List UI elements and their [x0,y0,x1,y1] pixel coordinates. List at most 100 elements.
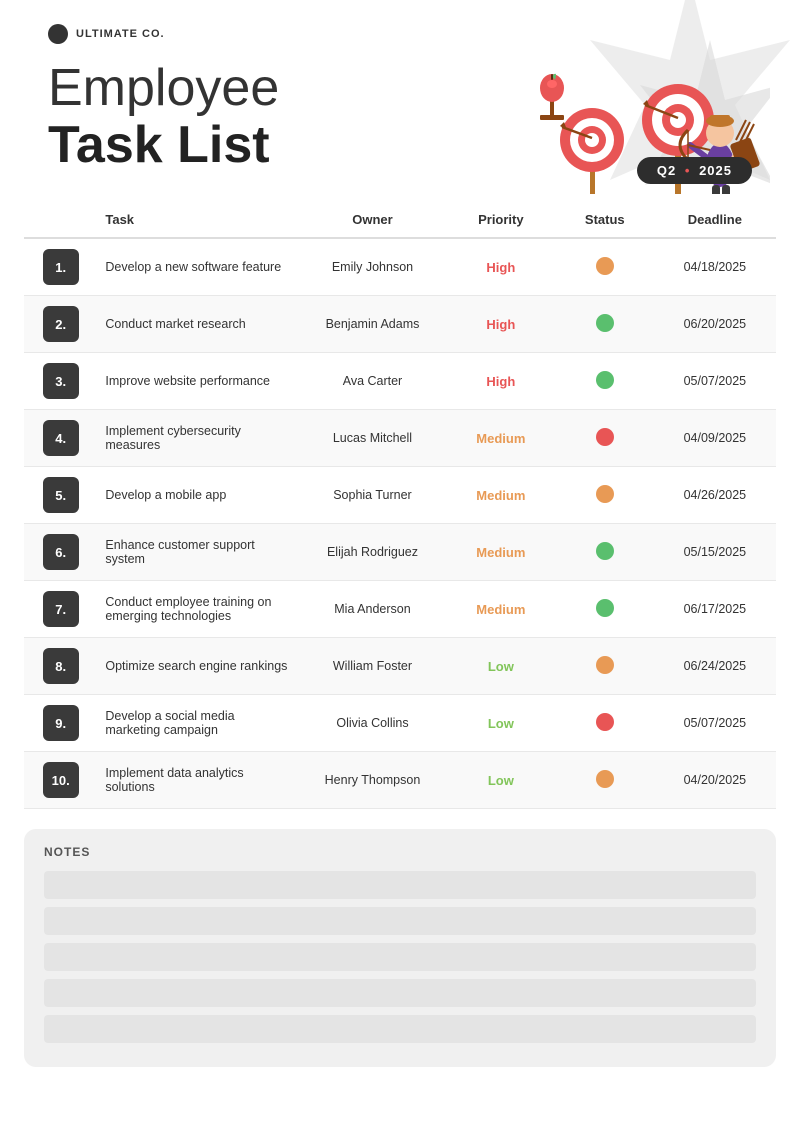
row-number-cell: 1. [24,238,97,296]
row-deadline: 04/26/2025 [654,467,776,524]
row-owner: Lucas Mitchell [299,410,446,467]
row-deadline: 06/20/2025 [654,296,776,353]
row-task: Improve website performance [97,353,299,410]
row-number: 2. [43,306,79,342]
row-owner: Mia Anderson [299,581,446,638]
row-task: Develop a new software feature [97,238,299,296]
row-task: Develop a mobile app [97,467,299,524]
row-owner: Elijah Rodriguez [299,524,446,581]
row-task: Enhance customer support system [97,524,299,581]
title-line1: Employee [48,60,752,117]
status-dot [596,713,614,731]
status-dot [596,599,614,617]
quarter-label: Q2 [657,163,676,178]
row-deadline: 04/09/2025 [654,410,776,467]
table-row: 7.Conduct employee training on emerging … [24,581,776,638]
row-deadline: 04/18/2025 [654,238,776,296]
table-row: 5. Develop a mobile appSophia TurnerMediu… [24,467,776,524]
row-status [556,581,654,638]
row-priority: Low [446,752,556,809]
row-status [556,410,654,467]
table-row: 10. Implement data analytics solutionsHen… [24,752,776,809]
row-deadline: 04/20/2025 [654,752,776,809]
row-task: Conduct market research [97,296,299,353]
row-owner: William Foster [299,638,446,695]
status-dot [596,485,614,503]
row-owner: Ava Carter [299,353,446,410]
row-number: 6. [43,534,79,570]
row-number: 7. [43,591,79,627]
status-dot [596,314,614,332]
row-status [556,353,654,410]
row-number: 5. [43,477,79,513]
status-dot [596,542,614,560]
row-priority: Medium [446,410,556,467]
status-dot [596,371,614,389]
row-task: Develop a social media marketing campaig… [97,695,299,752]
row-number: 4. [43,420,79,456]
table-row: 6. Enhance customer support systemElijah … [24,524,776,581]
row-number: 9. [43,705,79,741]
row-priority: High [446,353,556,410]
row-number-cell: 7. [24,581,97,638]
table-row: 8.Optimize search engine rankingsWilliam… [24,638,776,695]
status-dot [596,257,614,275]
logo-row: ULTIMATE CO. [48,24,752,44]
status-dot [596,656,614,674]
task-table: Task Owner Priority Status Deadline 1.De… [24,202,776,809]
row-number: 8. [43,648,79,684]
note-line-4 [44,979,756,1007]
table-row: 3. Improve website performanceAva CarterH… [24,353,776,410]
row-number: 3. [43,363,79,399]
notes-section: NOTES [24,829,776,1067]
table-row: 1.Develop a new software featureEmily Jo… [24,238,776,296]
row-owner: Benjamin Adams [299,296,446,353]
row-priority: Medium [446,467,556,524]
row-status [556,752,654,809]
row-number-cell: 10. [24,752,97,809]
year-label: 2025 [699,163,732,178]
row-deadline: 06/24/2025 [654,638,776,695]
row-number-cell: 9. [24,695,97,752]
col-status: Status [556,202,654,238]
logo-icon [48,24,68,44]
col-owner: Owner [299,202,446,238]
status-dot [596,770,614,788]
table-row: 2. Conduct market researchBenjamin AdamsH… [24,296,776,353]
task-table-container: Task Owner Priority Status Deadline 1.De… [0,202,800,809]
row-priority: Medium [446,524,556,581]
row-status [556,695,654,752]
col-priority: Priority [446,202,556,238]
col-task: Task [97,202,299,238]
table-row: 4. Implement cybersecurity measuresLucas … [24,410,776,467]
row-number: 10. [43,762,79,798]
row-owner: Sophia Turner [299,467,446,524]
row-number-cell: 4. [24,410,97,467]
row-status [556,524,654,581]
note-line-1 [44,871,756,899]
header-area: ULTIMATE CO. Employee Task List Q2 • 202… [0,0,800,194]
row-priority: High [446,296,556,353]
row-number-cell: 8. [24,638,97,695]
status-dot [596,428,614,446]
row-task: Implement data analytics solutions [97,752,299,809]
row-deadline: 05/15/2025 [654,524,776,581]
row-priority: Low [446,695,556,752]
col-num [24,202,97,238]
quarter-separator: • [685,163,691,178]
row-status [556,296,654,353]
row-status [556,638,654,695]
row-owner: Olivia Collins [299,695,446,752]
row-owner: Henry Thompson [299,752,446,809]
note-line-3 [44,943,756,971]
row-priority: Low [446,638,556,695]
table-header-row: Task Owner Priority Status Deadline [24,202,776,238]
row-status [556,238,654,296]
row-owner: Emily Johnson [299,238,446,296]
row-deadline: 05/07/2025 [654,353,776,410]
row-task: Implement cybersecurity measures [97,410,299,467]
table-row: 9. Develop a social media marketing campa… [24,695,776,752]
logo-text: ULTIMATE CO. [76,28,165,40]
row-priority: High [446,238,556,296]
col-deadline: Deadline [654,202,776,238]
